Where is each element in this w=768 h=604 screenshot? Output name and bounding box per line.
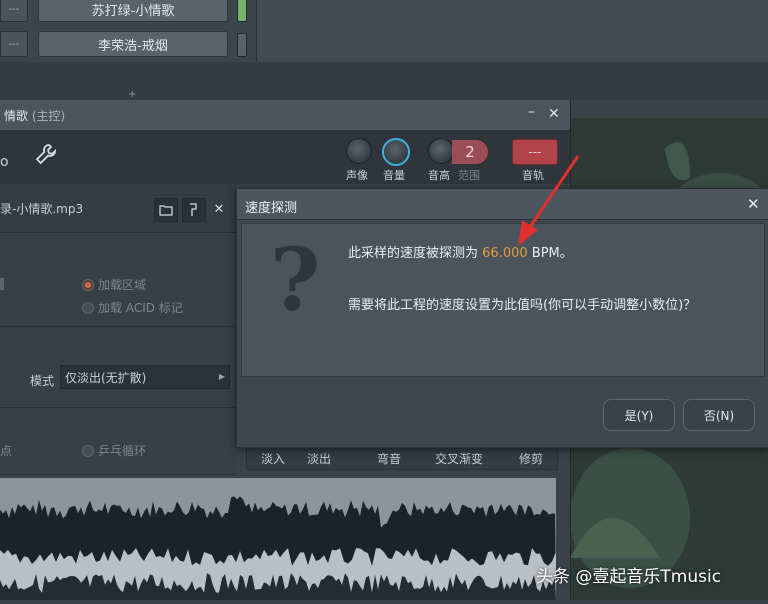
waveform-graphic xyxy=(0,496,556,600)
channel-window-title: 情歌 (主控) xyxy=(4,109,66,123)
loop-panel: 点 乒乓循环 xyxy=(0,408,236,475)
dialog-close-icon[interactable]: ✕ xyxy=(747,195,760,213)
channel-window-titlebar[interactable]: 情歌 (主控) – ✕ xyxy=(0,100,570,131)
question-icon: ? xyxy=(270,230,321,331)
chevron-right-icon: ▶ xyxy=(218,372,225,381)
dialog-title: 速度探测 xyxy=(245,201,298,216)
pingpong-loop-radio[interactable] xyxy=(82,444,94,457)
load-acid-option[interactable]: 加载 ACID 标记 xyxy=(82,299,183,316)
remove-sample-icon[interactable]: ✕ xyxy=(208,198,230,220)
toolbar-separator: + xyxy=(0,62,768,100)
sample-loading-panel: 加载区域 加载 ACID 标记 xyxy=(0,234,236,327)
pitch-knob[interactable] xyxy=(428,138,454,164)
load-acid-radio[interactable] xyxy=(82,301,94,314)
mode-select-value: 仅淡出(无扩散) xyxy=(65,370,147,385)
channel-rack: --- 苏打绿-小情歌 --- 李荣浩-戒烟 xyxy=(0,0,768,62)
tab-fade-out[interactable]: 淡出 xyxy=(307,450,331,467)
pitch-label: 音高 xyxy=(428,169,450,182)
pan-knob[interactable] xyxy=(346,138,372,164)
load-region-label: 加载区域 xyxy=(98,278,147,292)
volume-knob[interactable] xyxy=(382,138,410,166)
tab-fade-in[interactable]: 淡入 xyxy=(261,450,285,467)
mode-select[interactable]: 仅淡出(无扩散) ▶ xyxy=(60,365,230,389)
mode-label: 模式 xyxy=(30,374,55,388)
sample-file-row: 录-小情歌.mp3 ✕ xyxy=(0,184,236,233)
channel-rack-playlist-area xyxy=(256,0,768,62)
plus-icon: + xyxy=(128,89,137,100)
message-prefix: 此采样的速度被探测为 xyxy=(348,246,479,261)
pan-label: 声像 xyxy=(346,169,368,182)
sample-file-name: 录-小情歌.mp3 xyxy=(0,202,84,216)
tab-trim[interactable]: 修剪 xyxy=(519,450,543,467)
sample-waveform[interactable] xyxy=(0,478,556,600)
loop-point-label: 点 xyxy=(0,444,13,458)
watermark-text: 头条 @壹起音乐Tmusic xyxy=(536,567,722,587)
pingpong-loop-option[interactable]: 乒乓循环 xyxy=(82,442,146,459)
load-region-option[interactable]: 加载区域 xyxy=(82,276,146,293)
channel-1-mixer-button[interactable]: --- xyxy=(0,0,28,22)
annotation-arrow xyxy=(518,155,580,246)
wrench-icon[interactable] xyxy=(34,142,58,170)
load-region-radio[interactable] xyxy=(82,278,94,291)
channel-2-select-led[interactable] xyxy=(237,33,247,57)
yes-button[interactable]: 是(Y) xyxy=(603,399,675,431)
set-tempo-question: 需要将此工程的速度设置为此值吗(你可以手动调整小数位)？ xyxy=(348,298,697,313)
channel-2-name-button[interactable]: 李荣浩-戒烟 xyxy=(38,31,228,57)
channel-2-mixer-button[interactable]: --- xyxy=(0,31,28,57)
tab-pitch-bend[interactable]: 弯音 xyxy=(377,450,401,467)
close-icon[interactable]: ✕ xyxy=(548,106,560,122)
volume-label: 音量 xyxy=(383,169,405,182)
no-button[interactable]: 否(N) xyxy=(683,399,755,431)
minimize-icon[interactable]: – xyxy=(528,104,535,120)
pingpong-loop-label: 乒乓循环 xyxy=(98,444,147,458)
channel-1-select-led[interactable] xyxy=(237,0,247,22)
folder-icon[interactable] xyxy=(154,198,178,222)
load-acid-label: 加载 ACID 标记 xyxy=(98,301,183,315)
tab-crossfade[interactable]: 交叉渐变 xyxy=(435,450,483,467)
channel-1-name-button[interactable]: 苏打绿-小情歌 xyxy=(38,0,228,22)
panel-indicator xyxy=(0,278,4,290)
locate-file-icon[interactable] xyxy=(182,198,206,222)
toolbar-partial-label: o xyxy=(0,154,9,170)
